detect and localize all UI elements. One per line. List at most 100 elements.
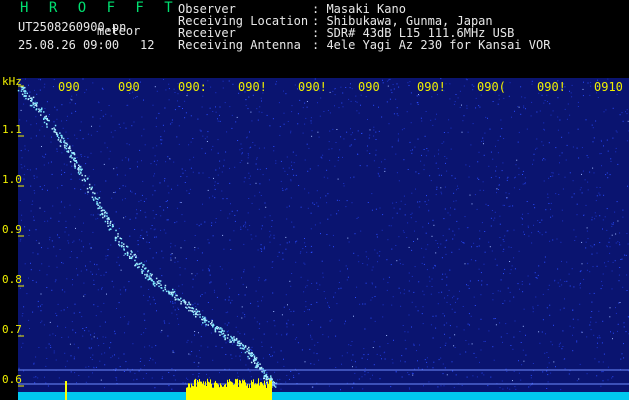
trace-speck bbox=[59, 145, 62, 147]
noise-speck bbox=[55, 255, 57, 257]
noise-speck bbox=[283, 112, 285, 114]
x-tick-label: 0910 bbox=[594, 80, 623, 94]
noise-speck bbox=[532, 308, 534, 310]
noise-speck bbox=[561, 260, 562, 262]
noise-speck bbox=[357, 255, 359, 257]
noise-speck bbox=[527, 226, 529, 228]
trace-speck bbox=[59, 139, 62, 141]
noise-speck bbox=[230, 302, 232, 304]
noise-speck bbox=[349, 87, 351, 89]
echo-count: 12 bbox=[140, 38, 155, 52]
y-tick-label: 0.9 bbox=[2, 223, 22, 236]
noise-speck bbox=[293, 375, 294, 377]
y-tick-label: 1.0 bbox=[2, 173, 22, 186]
noise-speck bbox=[97, 289, 99, 291]
noise-speck bbox=[590, 316, 592, 318]
noise-speck bbox=[18, 367, 20, 369]
x-tick-label: 090 bbox=[358, 80, 380, 94]
noise-speck bbox=[469, 324, 470, 326]
noise-speck bbox=[435, 162, 437, 164]
noise-speck bbox=[431, 278, 433, 280]
noise-speck bbox=[192, 278, 194, 280]
noise-speck bbox=[444, 156, 446, 157]
noise-speck bbox=[468, 343, 470, 345]
trace-speck bbox=[111, 224, 114, 226]
noise-speck bbox=[587, 82, 589, 84]
noise-speck bbox=[28, 319, 30, 321]
noise-speck bbox=[482, 137, 484, 139]
noise-speck bbox=[429, 175, 431, 177]
noise-speck bbox=[594, 212, 596, 214]
noise-speck bbox=[559, 119, 561, 121]
noise-speck bbox=[147, 300, 149, 302]
noise-speck bbox=[310, 212, 312, 214]
noise-speck bbox=[240, 359, 241, 361]
noise-speck bbox=[239, 355, 241, 357]
noise-speck bbox=[208, 177, 210, 179]
noise-speck bbox=[619, 232, 621, 234]
noise-speck bbox=[43, 164, 45, 166]
noise-speck bbox=[337, 159, 339, 161]
trace-speck bbox=[87, 191, 89, 193]
noise-speck bbox=[597, 337, 599, 339]
noise-speck bbox=[333, 296, 335, 298]
noise-speck bbox=[35, 135, 37, 137]
noise-speck bbox=[497, 189, 499, 190]
noise-speck bbox=[434, 155, 435, 157]
noise-speck bbox=[65, 131, 67, 133]
burst-column bbox=[214, 382, 215, 400]
noise-speck bbox=[146, 241, 148, 243]
noise-speck bbox=[330, 214, 332, 216]
noise-speck bbox=[311, 130, 313, 132]
noise-speck bbox=[274, 325, 276, 327]
noise-speck bbox=[319, 284, 321, 286]
noise-speck bbox=[347, 268, 348, 270]
noise-speck bbox=[247, 229, 249, 231]
noise-speck bbox=[20, 109, 22, 111]
trace-speck bbox=[247, 355, 249, 358]
noise-speck bbox=[366, 264, 368, 266]
noise-speck bbox=[480, 318, 482, 320]
noise-speck bbox=[602, 380, 604, 382]
noise-speck bbox=[104, 387, 105, 389]
noise-speck bbox=[360, 94, 362, 96]
noise-speck bbox=[560, 389, 562, 391]
noise-speck bbox=[251, 350, 253, 352]
noise-speck bbox=[496, 264, 498, 266]
noise-speck bbox=[426, 269, 428, 271]
trace-speck bbox=[23, 90, 26, 93]
trace-speck bbox=[31, 104, 33, 107]
noise-speck bbox=[621, 258, 623, 260]
noise-speck bbox=[41, 146, 42, 147]
noise-speck bbox=[585, 247, 587, 249]
noise-speck bbox=[118, 357, 120, 359]
noise-speck bbox=[30, 185, 32, 187]
noise-speck bbox=[577, 319, 579, 321]
noise-speck bbox=[333, 246, 334, 248]
noise-speck bbox=[413, 344, 415, 346]
noise-speck bbox=[282, 189, 284, 191]
noise-speck bbox=[311, 386, 313, 388]
noise-speck bbox=[497, 152, 499, 154]
noise-speck bbox=[504, 300, 506, 302]
noise-speck bbox=[35, 240, 37, 242]
noise-speck bbox=[242, 283, 244, 285]
trace-speck bbox=[160, 284, 162, 286]
noise-speck bbox=[32, 200, 34, 202]
trace-speck bbox=[224, 334, 227, 337]
noise-speck bbox=[240, 228, 242, 230]
noise-speck bbox=[231, 114, 233, 116]
noise-speck bbox=[202, 269, 204, 271]
trace-speck bbox=[140, 262, 143, 264]
burst-column bbox=[257, 383, 258, 400]
noise-speck bbox=[591, 301, 593, 303]
trace-speck bbox=[242, 348, 245, 350]
noise-speck bbox=[362, 303, 364, 305]
noise-speck bbox=[544, 256, 546, 258]
noise-speck bbox=[178, 143, 180, 145]
noise-speck bbox=[323, 111, 325, 112]
noise-speck bbox=[606, 172, 608, 174]
noise-speck bbox=[275, 162, 277, 164]
noise-speck bbox=[140, 368, 142, 370]
noise-speck bbox=[277, 361, 279, 363]
